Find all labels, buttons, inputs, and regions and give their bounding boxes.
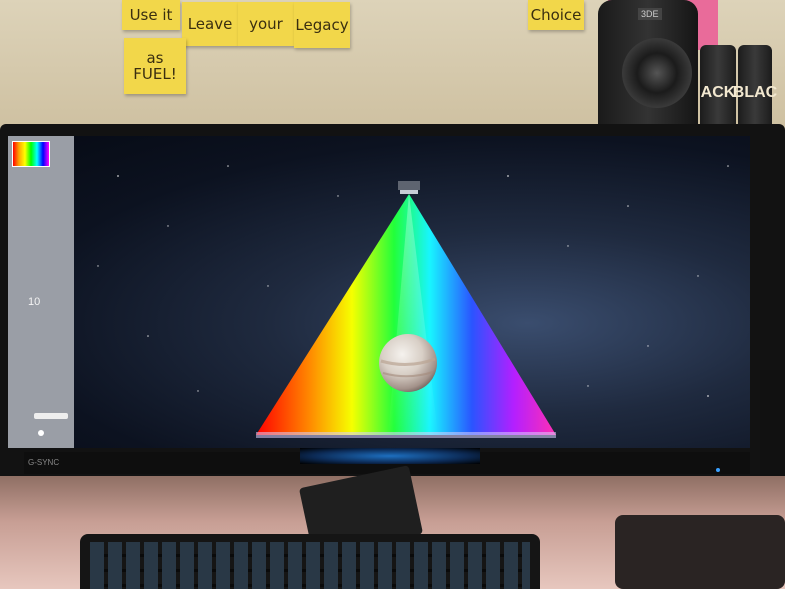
note-text: Leave bbox=[187, 15, 233, 33]
sidebar-value: 10 bbox=[28, 296, 41, 308]
speaker-cone-icon bbox=[622, 38, 692, 108]
keyboard-keys bbox=[90, 542, 530, 589]
sticky-note-fuel: as FUEL! bbox=[124, 38, 186, 94]
light-emitter-teeth bbox=[400, 190, 418, 194]
sidebar-toggle-button[interactable] bbox=[34, 413, 68, 419]
color-spectrum-swatch[interactable] bbox=[12, 141, 50, 167]
keyboard bbox=[80, 534, 540, 589]
control-sidebar: 10 bbox=[8, 136, 74, 448]
speaker-badge: 3DE bbox=[638, 8, 662, 20]
note-text: Legacy bbox=[295, 16, 349, 34]
sticky-note-legacy: Legacy bbox=[294, 2, 350, 48]
desk-tray bbox=[615, 515, 785, 589]
monitor-stand-glow bbox=[300, 448, 480, 464]
light-emitter bbox=[398, 181, 420, 190]
note-text: your bbox=[249, 15, 283, 33]
note-text: Use it bbox=[129, 6, 173, 24]
bottle-label: ACK bbox=[700, 83, 736, 101]
sticky-note-your: your bbox=[238, 2, 294, 46]
gsync-logo: G-SYNC bbox=[28, 458, 60, 467]
power-led-icon bbox=[716, 468, 720, 472]
second-monitor-edge bbox=[760, 370, 785, 490]
floor-strip bbox=[256, 432, 556, 438]
sticky-note-choice: Choice bbox=[528, 0, 584, 30]
space-canvas[interactable] bbox=[8, 136, 750, 448]
sticky-note-leave: Leave bbox=[182, 2, 238, 46]
bottle-label: BLAC bbox=[732, 83, 778, 101]
note-text: Choice bbox=[530, 6, 582, 24]
note-text: as FUEL! bbox=[133, 49, 177, 83]
sticky-note-use-it: Use it bbox=[122, 0, 180, 30]
app-screen: 10 bbox=[8, 136, 750, 448]
sidebar-radio-button[interactable] bbox=[38, 430, 44, 436]
